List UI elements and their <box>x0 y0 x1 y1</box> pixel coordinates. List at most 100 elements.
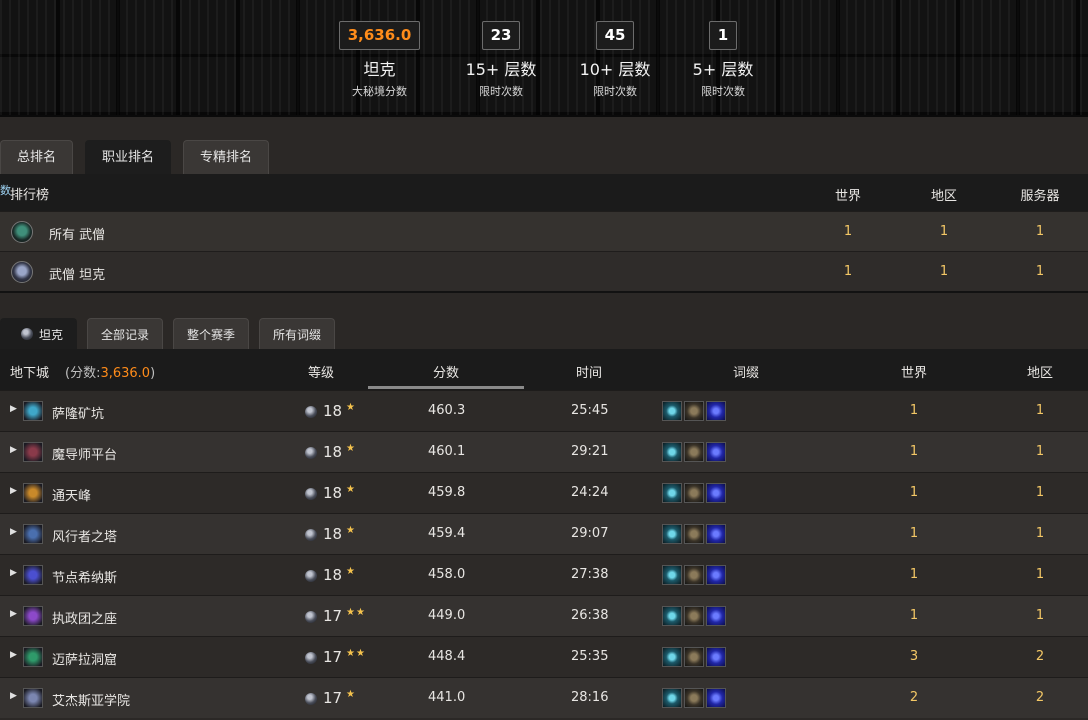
dungeon-row[interactable]: ▶ 通天峰 18 ★ 459.8 24:24 1 1 <box>0 472 1088 513</box>
dungeon-table: 地下城 (分数:3,636.0) 等级 分数 时间 词缀 世界 地区 ▶ 萨隆矿… <box>0 349 1088 718</box>
tab-spec-ranking[interactable]: 专精排名 <box>183 140 270 174</box>
tab-tank[interactable]: 坦克 <box>0 318 78 350</box>
dungeon-row[interactable]: ▶ 魔导师平台 18 ★ 460.1 29:21 1 1 <box>0 431 1088 472</box>
affix-icon[interactable] <box>706 401 726 421</box>
upgrade-stars: ★ <box>346 689 356 700</box>
col-score[interactable]: 分数 <box>433 362 459 381</box>
run-score: 449.0 <box>428 608 466 623</box>
col-region[interactable]: 地区 <box>1027 362 1053 381</box>
expand-caret-icon[interactable]: ▶ <box>10 486 17 496</box>
affix-icons <box>662 442 726 462</box>
run-world-rank: 3 <box>909 649 919 664</box>
affix-icon[interactable] <box>662 524 682 544</box>
expand-caret-icon[interactable]: ▶ <box>10 650 17 660</box>
col-region: 地区 <box>930 189 957 204</box>
timed-10-sub: 限时次数 <box>593 85 637 98</box>
affix-icon[interactable] <box>684 442 704 462</box>
dungeon-icon <box>23 647 43 667</box>
expand-caret-icon[interactable]: ▶ <box>10 404 17 414</box>
run-region-rank: 1 <box>1035 526 1045 541</box>
affix-icon[interactable] <box>684 606 704 626</box>
affix-icon[interactable] <box>662 647 682 667</box>
affix-icon[interactable] <box>684 688 704 708</box>
expand-caret-icon[interactable]: ▶ <box>10 609 17 619</box>
run-region-rank: 1 <box>1035 403 1045 418</box>
affix-icon[interactable] <box>706 647 726 667</box>
col-time[interactable]: 时间 <box>576 362 602 381</box>
affix-icon[interactable] <box>662 565 682 585</box>
affix-icon[interactable] <box>662 401 682 421</box>
ranking-row-label: 所有 武僧 <box>49 228 106 243</box>
keystone-level: 17 <box>323 689 343 707</box>
affix-icon[interactable] <box>706 565 726 585</box>
dungeon-name: 风行者之塔 <box>52 530 118 545</box>
upgrade-stars: ★★ <box>346 607 366 618</box>
affix-icon[interactable] <box>662 688 682 708</box>
tab-whole-season[interactable]: 整个赛季 <box>173 318 250 350</box>
affix-icon[interactable] <box>684 401 704 421</box>
dungeon-name: 艾杰斯亚学院 <box>52 694 131 709</box>
keystone-icon <box>305 652 317 664</box>
upgrade-stars: ★★ <box>346 648 366 659</box>
affix-icon[interactable] <box>662 606 682 626</box>
dungeon-row[interactable]: ▶ 节点希纳斯 18 ★ 458.0 27:38 1 1 <box>0 554 1088 595</box>
affix-icon[interactable] <box>662 442 682 462</box>
affix-icon[interactable] <box>706 442 726 462</box>
dungeon-name: 魔导师平台 <box>52 448 118 463</box>
tab-all-records[interactable]: 全部记录 <box>87 318 164 350</box>
dungeon-name: 执政团之座 <box>52 612 118 627</box>
run-time: 25:45 <box>571 403 609 418</box>
dungeon-row[interactable]: ▶ 迈萨拉洞窟 17 ★★ 448.4 25:35 3 2 <box>0 636 1088 677</box>
tab-overall-ranking[interactable]: 总排名 <box>0 140 74 174</box>
run-time: 26:38 <box>571 608 609 623</box>
run-world-rank: 1 <box>909 403 919 418</box>
tab-all-affixes[interactable]: 所有词缀 <box>259 318 336 350</box>
ranking-world: 1 <box>843 224 853 239</box>
run-score: 448.4 <box>428 649 466 664</box>
expand-caret-icon[interactable]: ▶ <box>10 691 17 701</box>
tab-class-ranking[interactable]: 职业排名 <box>85 140 172 174</box>
dungeon-score-summary: (分数:3,636.0) <box>65 362 155 381</box>
run-time: 29:07 <box>571 526 609 541</box>
affix-icon[interactable] <box>684 483 704 503</box>
affix-icon[interactable] <box>684 647 704 667</box>
affix-icon[interactable] <box>706 688 726 708</box>
run-time: 28:16 <box>571 690 609 705</box>
col-dungeon[interactable]: 地下城 <box>10 362 49 381</box>
ranking-row[interactable]: 所有 武僧 1 1 1 <box>0 211 1088 251</box>
monk-class-icon <box>11 221 33 243</box>
expand-caret-icon[interactable]: ▶ <box>10 568 17 578</box>
ranking-row[interactable]: 武僧 坦克 1 1 1 <box>0 251 1088 291</box>
dungeon-icon <box>23 606 43 626</box>
dungeon-name: 萨隆矿坑 <box>52 407 105 422</box>
dungeon-icon <box>23 442 43 462</box>
dungeon-row[interactable]: ▶ 执政团之座 17 ★★ 449.0 26:38 1 1 <box>0 595 1088 636</box>
run-region-rank: 1 <box>1035 444 1045 459</box>
col-world[interactable]: 世界 <box>901 362 927 381</box>
affix-icon[interactable] <box>706 483 726 503</box>
timed-10-value: 45 <box>595 21 635 50</box>
affix-icon[interactable] <box>706 524 726 544</box>
ranking-server: 1 <box>1035 264 1045 279</box>
timed-15-label: 15+ 层数 <box>465 60 537 79</box>
summary-banner: 3,636.0 坦克 大秘境分数 23 15+ 层数 限时次数 45 10+ 层… <box>0 0 1088 117</box>
dungeon-icon <box>23 524 43 544</box>
expand-caret-icon[interactable]: ▶ <box>10 527 17 537</box>
keystone-level: 18 <box>323 484 343 502</box>
run-score: 459.8 <box>428 485 466 500</box>
dungeon-row[interactable]: ▶ 风行者之塔 18 ★ 459.4 29:07 1 1 <box>0 513 1088 554</box>
timed-15-value: 23 <box>481 21 521 50</box>
timed-15-stat: 23 15+ 层数 限时次数 <box>462 21 540 99</box>
run-world-rank: 1 <box>909 444 919 459</box>
dungeon-row[interactable]: ▶ 艾杰斯亚学院 17 ★ 441.0 28:16 2 2 <box>0 677 1088 718</box>
dungeon-row[interactable]: ▶ 萨隆矿坑 18 ★ 460.3 25:45 1 1 <box>0 390 1088 431</box>
keystone-level: 18 <box>323 402 343 420</box>
run-world-rank: 1 <box>909 485 919 500</box>
dungeon-table-header: 地下城 (分数:3,636.0) 等级 分数 时间 词缀 世界 地区 <box>0 349 1088 390</box>
expand-caret-icon[interactable]: ▶ <box>10 445 17 455</box>
affix-icon[interactable] <box>684 524 704 544</box>
affix-icon[interactable] <box>706 606 726 626</box>
affix-icon[interactable] <box>684 565 704 585</box>
affix-icon[interactable] <box>662 483 682 503</box>
col-level[interactable]: 等级 <box>308 362 334 381</box>
